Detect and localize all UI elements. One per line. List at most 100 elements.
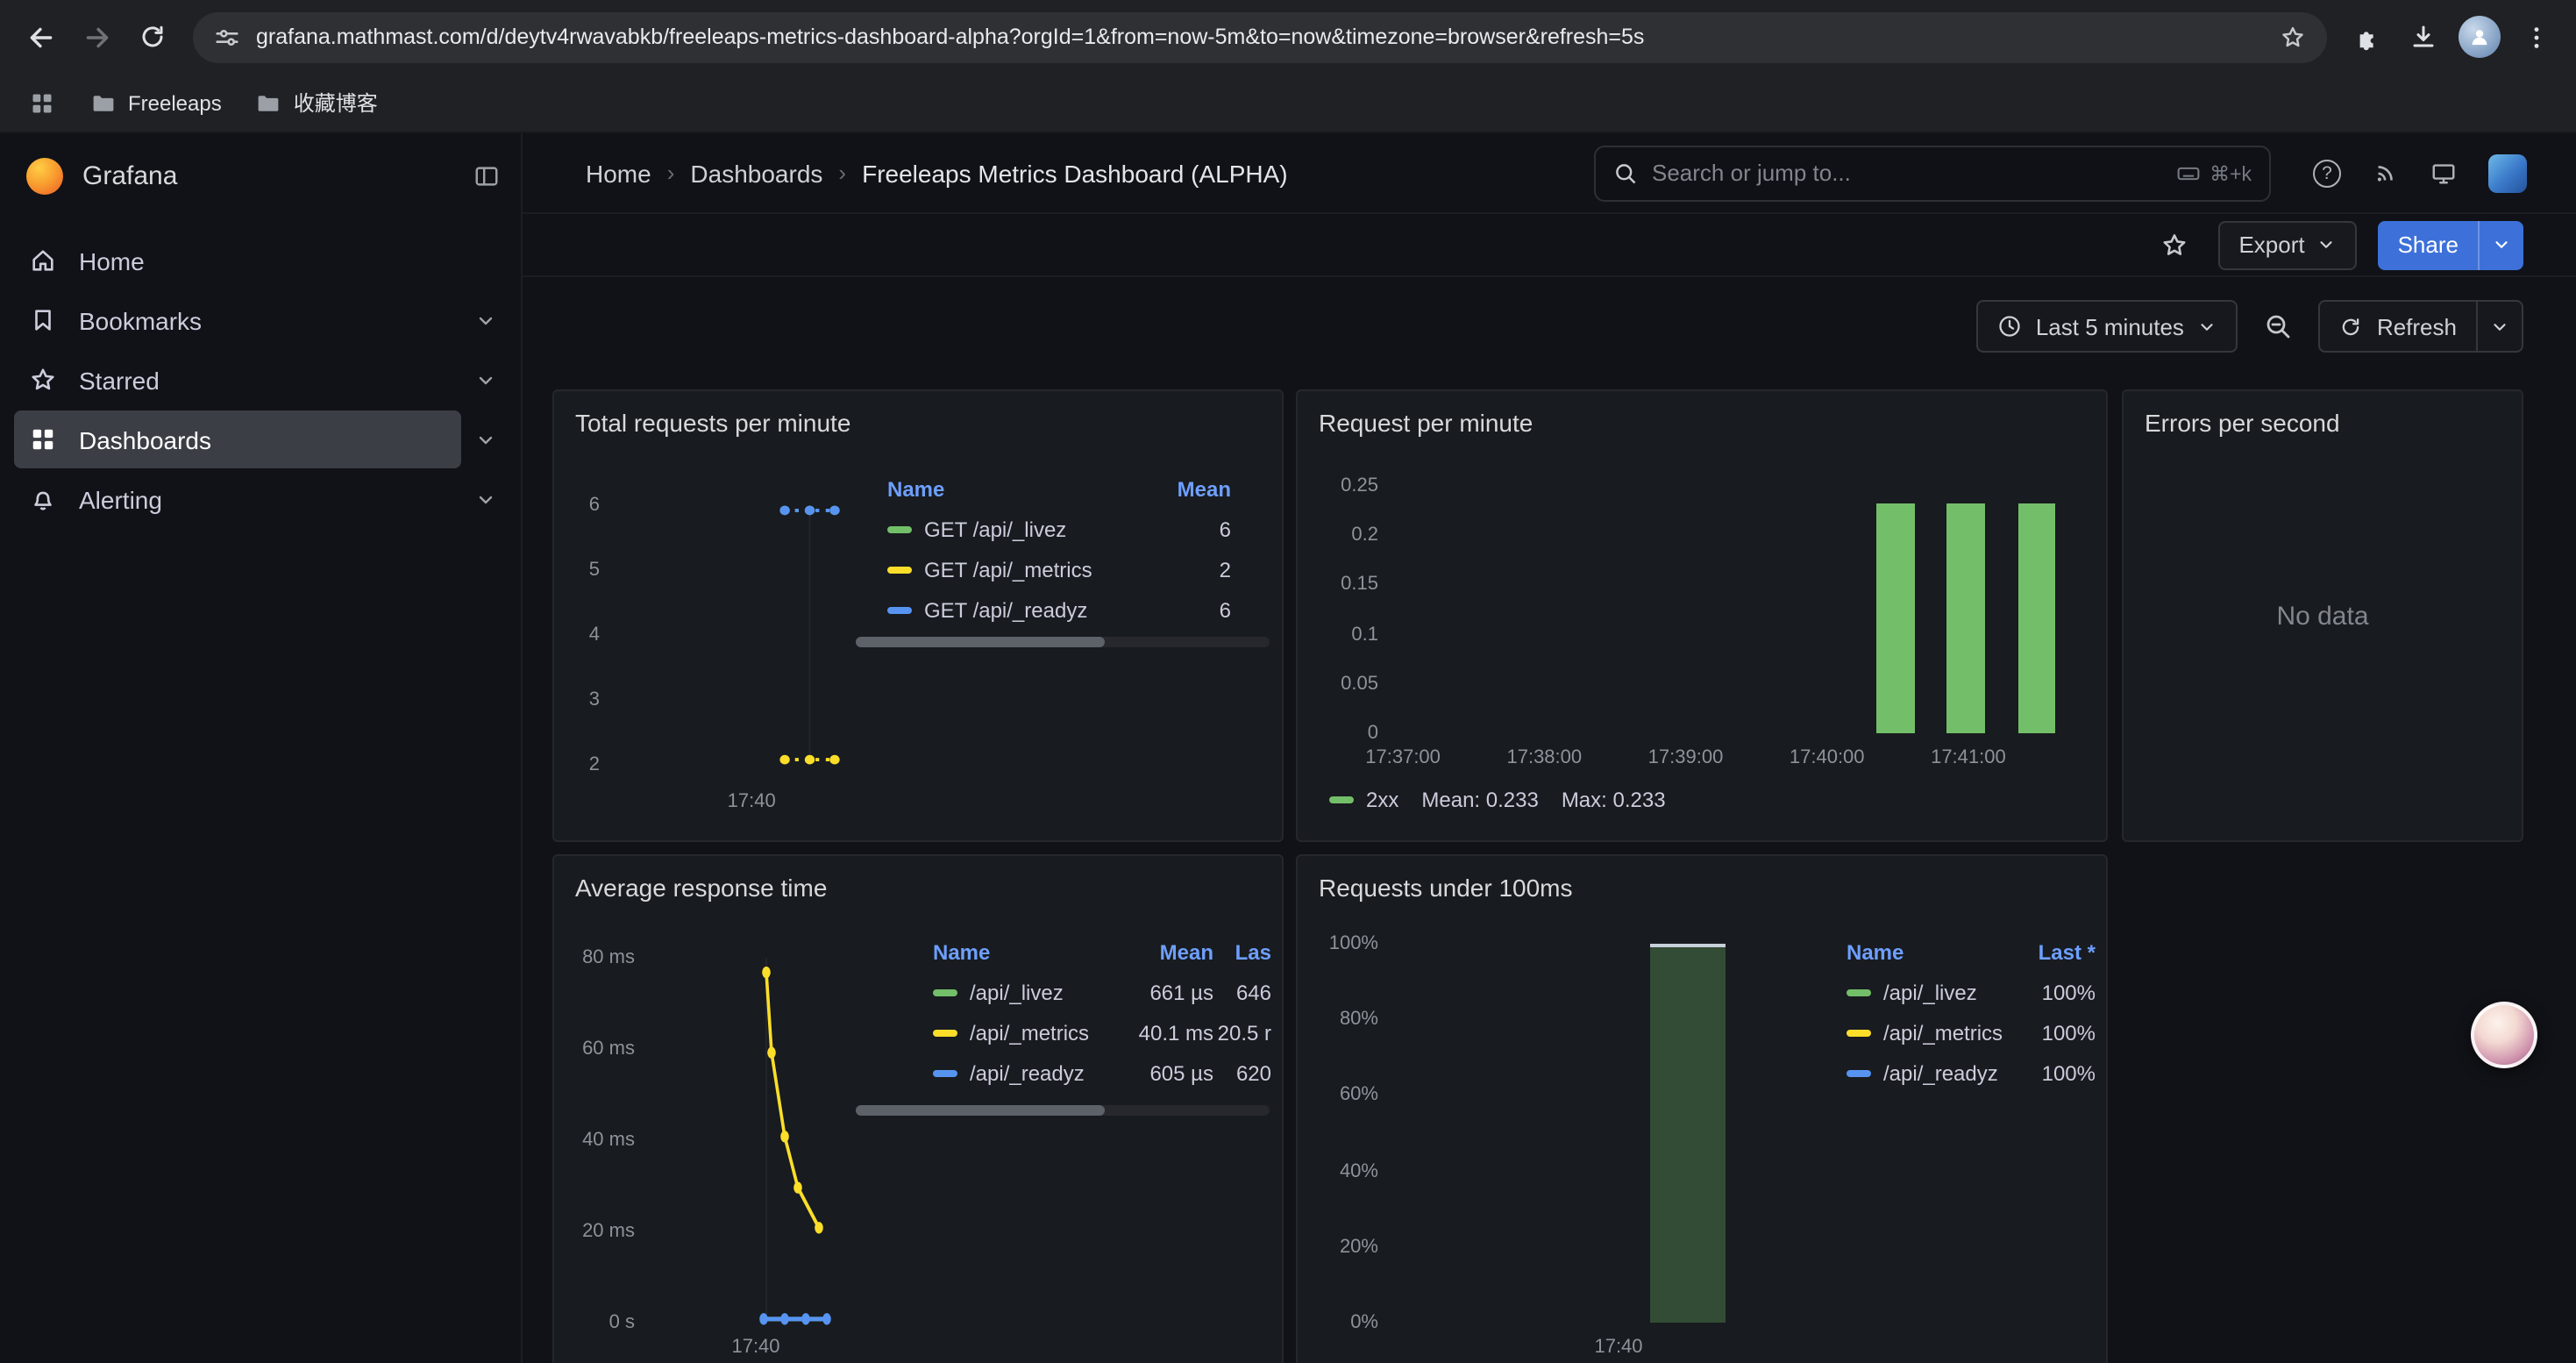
panel-title[interactable]: Request per minute <box>1319 409 1533 437</box>
bar-2xx[interactable] <box>1947 503 1986 733</box>
bar-under-100ms[interactable] <box>1650 944 1726 1323</box>
legend-header: NameMeanLas <box>933 933 1271 972</box>
y-tick-label: 3 <box>589 689 600 710</box>
scrollbar-thumb[interactable] <box>856 1105 1104 1116</box>
legend-series-name[interactable]: /api/_metrics <box>933 1020 1115 1045</box>
help-icon[interactable]: ? <box>2313 159 2341 187</box>
legend-row[interactable]: /api/_readyz605 µs620 <box>933 1053 1271 1093</box>
time-range-picker[interactable]: Last 5 minutes <box>1976 300 2238 353</box>
bookmark-icon <box>30 307 56 333</box>
export-button[interactable]: Export <box>2217 220 2357 269</box>
request-rate-plot[interactable] <box>1389 486 2096 733</box>
legend-column-header[interactable]: Name <box>1847 940 2018 965</box>
reload-icon[interactable] <box>126 11 179 63</box>
legend-series-name[interactable]: /api/_metrics <box>1847 1020 2018 1045</box>
legend-column-header[interactable]: Las <box>1213 940 1271 965</box>
zoom-out-icon[interactable] <box>2256 303 2302 349</box>
legend-scrollbar[interactable] <box>856 637 1270 647</box>
share-button[interactable]: Share <box>2379 220 2523 269</box>
chevron-down-icon[interactable] <box>461 429 510 450</box>
legend-header: NameLast * <box>1847 933 2096 972</box>
chevron-down-icon[interactable] <box>461 310 510 331</box>
monitor-icon[interactable] <box>2430 160 2457 186</box>
legend-row[interactable]: GET /api/_metrics2 <box>887 549 1231 589</box>
response-time-plot[interactable] <box>645 958 908 1323</box>
browser-toolbar: grafana.mathmast.com/d/deytv4rwavabkb/fr… <box>0 0 2576 74</box>
legend-value: 646 <box>1213 980 1271 1004</box>
scrollbar-thumb[interactable] <box>856 637 1104 647</box>
panel-title[interactable]: Average response time <box>575 874 827 902</box>
legend-value: 20.5 r <box>1213 1020 1271 1045</box>
floating-assistant-avatar[interactable] <box>2471 1002 2537 1068</box>
legend-series-name[interactable]: /api/_readyz <box>1847 1060 2018 1085</box>
rss-icon[interactable] <box>2373 160 2399 186</box>
sidebar-item-main[interactable]: Alerting <box>14 470 461 528</box>
bookmark-item[interactable]: 收藏博客 <box>246 82 388 123</box>
bookmark-star-icon[interactable] <box>2280 24 2306 50</box>
legend-column-header[interactable]: Name <box>887 477 1161 502</box>
legend-series-name[interactable]: GET /api/_metrics <box>887 557 1161 582</box>
sidebar-item-main[interactable]: Bookmarks <box>14 291 461 349</box>
legend-row[interactable]: /api/_metrics40.1 ms20.5 r <box>933 1012 1271 1053</box>
breadcrumb-item[interactable]: Home <box>586 159 651 187</box>
panel-title[interactable]: Requests under 100ms <box>1319 874 1573 902</box>
apps-grid-icon[interactable] <box>21 82 63 124</box>
legend-column-header[interactable]: Name <box>933 940 1115 965</box>
chevron-down-icon[interactable] <box>461 369 510 390</box>
legend-value: 100% <box>2018 980 2096 1004</box>
bar-2xx[interactable] <box>1876 503 1915 733</box>
search-input[interactable] <box>1652 160 2162 186</box>
extensions-icon[interactable] <box>2341 11 2394 63</box>
share-button-caret[interactable] <box>2478 220 2523 269</box>
legend-series-name[interactable]: GET /api/_livez <box>887 517 1161 541</box>
legend-column-header[interactable]: Mean <box>1115 940 1213 965</box>
browser-menu-icon[interactable] <box>2509 11 2562 63</box>
bar-2xx[interactable] <box>2017 503 2056 733</box>
legend-column-header[interactable]: Last * <box>2018 940 2096 965</box>
sidebar-item-dashboards[interactable]: Dashboards <box>0 410 521 468</box>
forward-icon[interactable] <box>70 11 123 63</box>
legend-row[interactable]: GET /api/_readyz6 <box>887 589 1231 630</box>
collapse-sidebar-icon[interactable] <box>473 162 500 189</box>
sidebar-item-main[interactable]: Dashboards <box>14 410 461 468</box>
bookmark-item[interactable]: Freeleaps <box>81 85 232 120</box>
legend-series-name[interactable]: /api/_livez <box>1847 980 2018 1004</box>
legend-row[interactable]: /api/_readyz100% <box>1847 1053 2096 1093</box>
sidebar-item-bookmarks[interactable]: Bookmarks <box>0 291 521 349</box>
legend-row[interactable]: GET /api/_livez6 <box>887 509 1231 549</box>
share-button-main[interactable]: Share <box>2379 220 2478 269</box>
sidebar-item-main[interactable]: Home <box>14 232 510 289</box>
legend-series-name[interactable]: /api/_readyz <box>933 1060 1115 1085</box>
legend-line: 2xx Mean: 0.233Max: 0.233 <box>1329 788 1666 812</box>
sidebar-item-starred[interactable]: Starred <box>0 351 521 409</box>
chevron-down-icon <box>2490 317 2509 336</box>
legend-series-name[interactable]: /api/_livez <box>933 980 1115 1004</box>
sidebar-item-alerting[interactable]: Alerting <box>0 470 521 528</box>
legend-series-name[interactable]: GET /api/_readyz <box>887 597 1161 622</box>
total-requests-plot[interactable] <box>610 505 887 765</box>
legend-series-name[interactable]: 2xx <box>1329 788 1398 812</box>
download-icon[interactable] <box>2397 11 2450 63</box>
search-box[interactable]: ⌘+k <box>1594 145 2271 201</box>
user-avatar[interactable] <box>2488 153 2527 192</box>
grafana-logo[interactable] <box>26 157 63 194</box>
refresh-button[interactable]: Refresh <box>2319 300 2523 353</box>
refresh-button-main[interactable]: Refresh <box>2321 302 2476 351</box>
sidebar-item-main[interactable]: Starred <box>14 351 461 409</box>
legend-scrollbar[interactable] <box>856 1105 1270 1116</box>
legend-column-header[interactable]: Mean <box>1161 477 1231 502</box>
back-icon[interactable] <box>14 11 67 63</box>
refresh-interval-caret[interactable] <box>2476 302 2522 351</box>
address-bar[interactable]: grafana.mathmast.com/d/deytv4rwavabkb/fr… <box>193 11 2327 62</box>
series-color-dash <box>887 525 912 532</box>
chevron-down-icon[interactable] <box>461 489 510 510</box>
sidebar-item-home[interactable]: Home <box>0 232 521 289</box>
legend-row[interactable]: /api/_metrics100% <box>1847 1012 2096 1053</box>
panel-title[interactable]: Total requests per minute <box>575 409 850 437</box>
profile-avatar[interactable] <box>2453 11 2506 63</box>
legend-row[interactable]: /api/_livez100% <box>1847 972 2096 1012</box>
favorite-star-icon[interactable] <box>2151 222 2196 268</box>
breadcrumb-item[interactable]: Dashboards <box>690 159 822 187</box>
site-info-icon[interactable] <box>214 24 240 50</box>
legend-row[interactable]: /api/_livez661 µs646 <box>933 972 1271 1012</box>
